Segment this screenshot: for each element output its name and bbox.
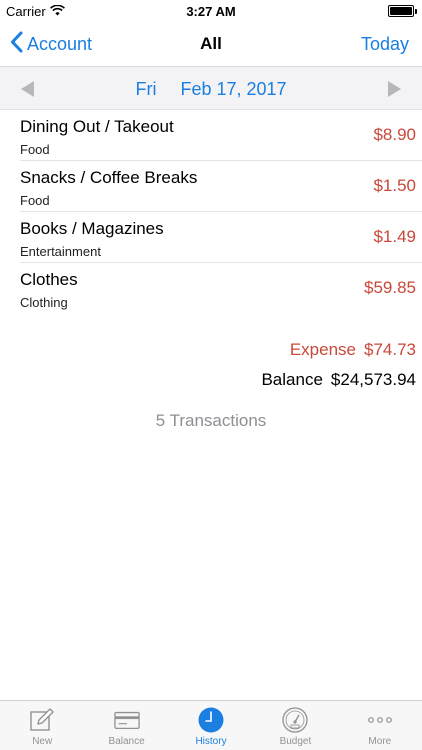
tab-bar: New Balance History Budget More <box>0 700 422 750</box>
balance-value: $24,573.94 <box>330 370 416 389</box>
date-label[interactable]: Fri Feb 17, 2017 <box>0 79 422 100</box>
triangle-right-icon[interactable] <box>388 81 401 97</box>
transaction-amount: $8.90 <box>373 125 416 144</box>
tab-budget[interactable]: Budget <box>253 701 337 750</box>
transaction-count: 5 Transactions <box>155 411 267 430</box>
transaction-title: Clothes <box>20 270 78 289</box>
tab-more[interactable]: More <box>338 701 422 750</box>
expense-label: Expense <box>289 340 356 359</box>
day-of-week: Fri <box>135 79 157 99</box>
tab-new[interactable]: New <box>0 701 84 750</box>
today-button[interactable]: Today <box>361 34 409 55</box>
tab-label: New <box>32 736 53 747</box>
tab-label: History <box>195 736 227 747</box>
chevron-left-icon <box>10 31 23 58</box>
edit-icon <box>29 707 55 733</box>
clock-icon <box>198 707 224 733</box>
tab-balance[interactable]: Balance <box>84 701 168 750</box>
nav-bar: Account All Today <box>0 22 422 66</box>
status-bar: Carrier 3:27 AM <box>0 0 422 22</box>
back-button[interactable]: Account <box>10 31 92 58</box>
tab-history[interactable]: History <box>169 701 253 750</box>
tab-label: More <box>368 736 392 747</box>
gauge-icon <box>282 707 309 733</box>
transaction-title: Snacks / Coffee Breaks <box>20 168 198 187</box>
transaction-category: Clothing <box>20 295 68 310</box>
transaction-title: Dining Out / Takeout <box>20 117 174 136</box>
expense-total: Expense $74.73 <box>261 340 416 370</box>
transaction-row[interactable]: Dining Out / Takeout Food $8.90 <box>20 110 422 161</box>
history-screen: Carrier 3:27 AM Account All Today Fri Fe… <box>0 0 422 750</box>
tab-label: Balance <box>108 736 145 747</box>
date-selector: Fri Feb 17, 2017 <box>0 66 422 110</box>
ellipsis-icon <box>367 707 393 733</box>
expense-value: $74.73 <box>364 340 416 359</box>
transaction-amount: $1.50 <box>373 176 416 195</box>
transaction-category: Food <box>20 142 50 157</box>
transaction-list: Dining Out / Takeout Food $8.90 Snacks /… <box>0 110 422 314</box>
totals-summary: Expense $74.73 Balance $24,573.94 <box>261 340 416 400</box>
battery-fill <box>390 7 412 15</box>
transaction-row[interactable]: Snacks / Coffee Breaks Food $1.50 <box>20 161 422 212</box>
transaction-row[interactable]: Books / Magazines Entertainment $1.49 <box>20 212 422 263</box>
transaction-row[interactable]: Clothes Clothing $59.85 <box>20 263 422 314</box>
back-button-label: Account <box>27 34 93 54</box>
transaction-amount: $1.49 <box>373 227 416 246</box>
date-value: Feb 17, 2017 <box>180 79 287 99</box>
card-icon <box>113 707 140 733</box>
transaction-amount: $59.85 <box>364 278 416 297</box>
balance-total: Balance $24,573.94 <box>261 370 416 400</box>
balance-label: Balance <box>261 370 323 389</box>
tab-label: Budget <box>279 736 312 747</box>
transaction-category: Entertainment <box>20 244 101 259</box>
battery-nub <box>415 9 417 14</box>
transaction-category: Food <box>20 193 50 208</box>
transaction-title: Books / Magazines <box>20 219 164 238</box>
battery-icon <box>388 5 417 17</box>
status-time: 3:27 AM <box>186 4 236 19</box>
